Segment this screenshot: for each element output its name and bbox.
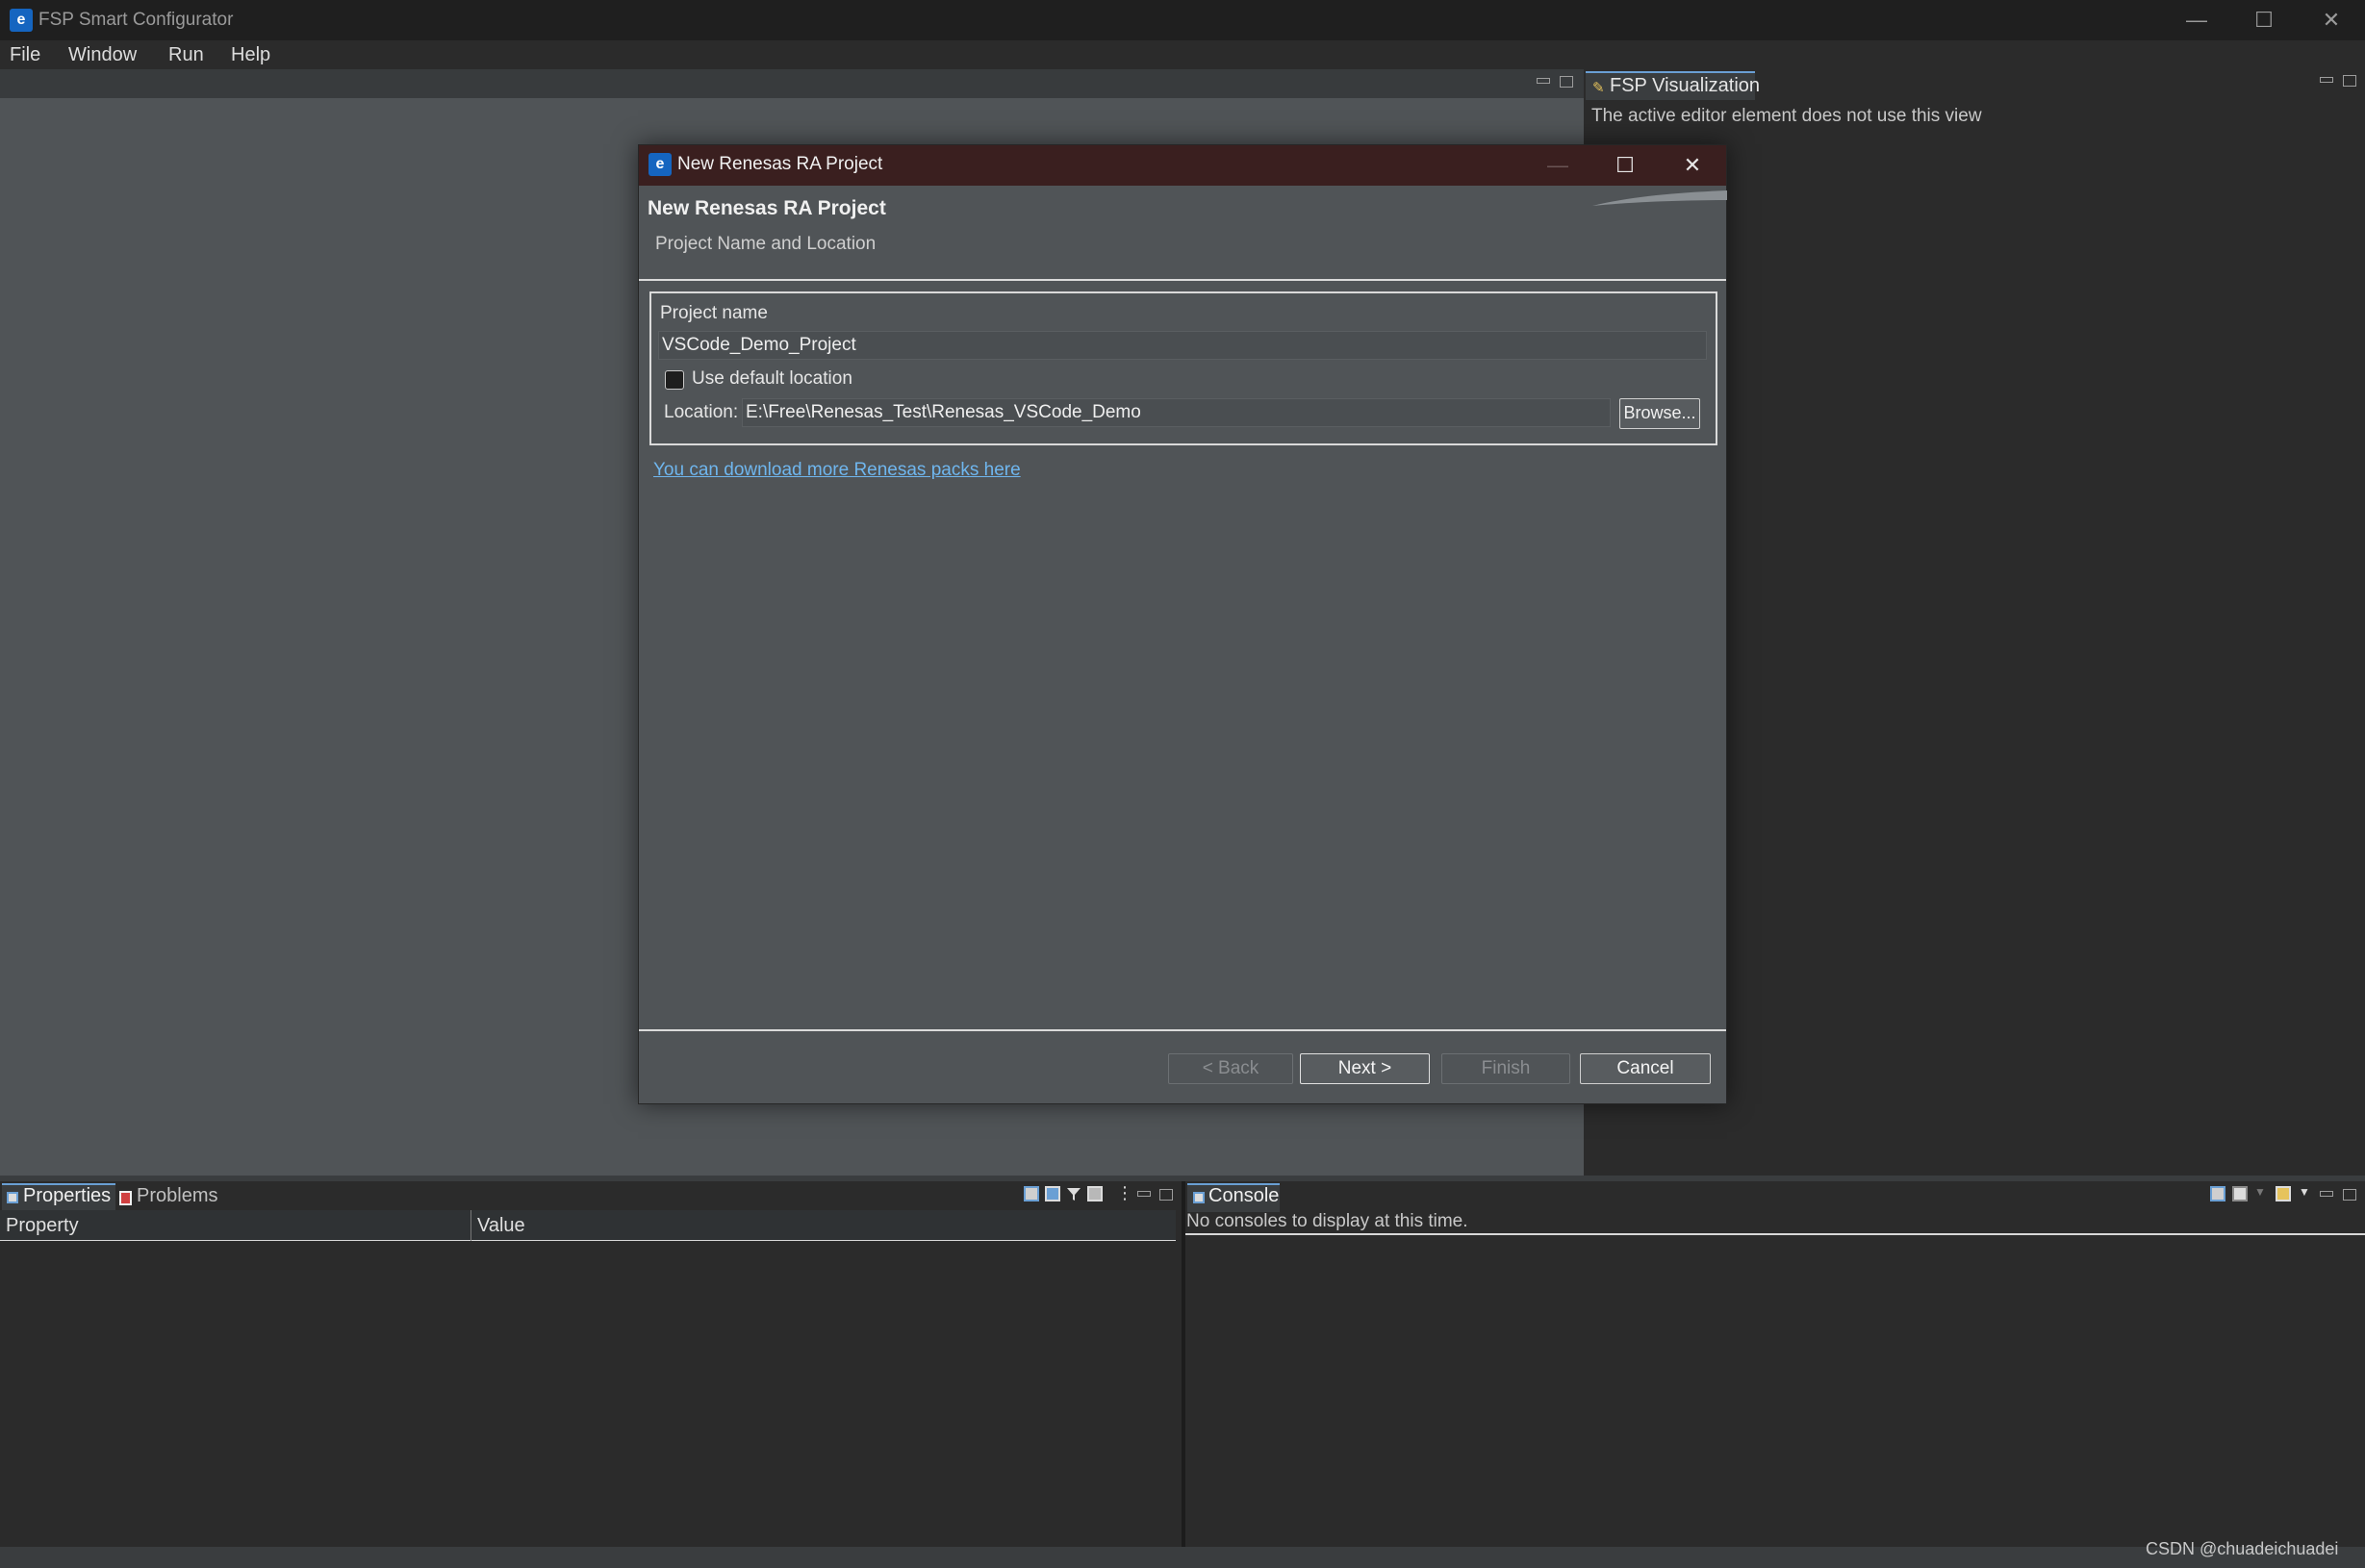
- cancel-button[interactable]: Cancel: [1580, 1053, 1711, 1084]
- console-pin-icon[interactable]: [2210, 1186, 2225, 1201]
- menu-run[interactable]: Run: [168, 40, 204, 69]
- display-console-dropdown-icon: ▼: [2254, 1185, 2266, 1199]
- open-console-icon[interactable]: [2276, 1186, 2291, 1201]
- window-title: FSP Smart Configurator: [38, 10, 234, 30]
- dialog-close-icon[interactable]: ✕: [1659, 145, 1726, 186]
- tab-fsp-visualization-label: FSP Visualization: [1610, 75, 1761, 96]
- new-project-dialog: [638, 144, 1727, 1104]
- console-minimize-icon[interactable]: [2320, 1191, 2333, 1197]
- console-empty-message: No consoles to display at this time.: [1186, 1211, 1468, 1231]
- location-label: Location:: [664, 402, 739, 422]
- download-packs-link[interactable]: You can download more Renesas packs here: [653, 460, 1021, 481]
- column-header-value[interactable]: Value: [477, 1215, 525, 1237]
- menu-window[interactable]: Window: [68, 40, 137, 69]
- properties-maximize-icon[interactable]: [1159, 1189, 1173, 1201]
- dialog-maximize-icon[interactable]: ☐: [1591, 145, 1659, 186]
- console-icon: [1193, 1192, 1205, 1203]
- pin-view-icon[interactable]: [1024, 1186, 1039, 1201]
- properties-icon: [7, 1192, 18, 1203]
- dialog-app-icon: e: [648, 153, 672, 176]
- browse-button[interactable]: Browse...: [1619, 398, 1700, 429]
- visualization-wand-icon: ✎: [1592, 80, 1605, 96]
- display-console-icon[interactable]: [2232, 1186, 2248, 1201]
- viz-maximize-icon[interactable]: [2343, 75, 2356, 87]
- tab-console-label: Console: [1208, 1185, 1280, 1206]
- wizard-banner-graphic: [1592, 190, 1727, 206]
- view-menu-icon[interactable]: ⋮: [1116, 1183, 1133, 1203]
- problems-icon: [119, 1191, 132, 1205]
- column-header-property[interactable]: Property: [6, 1215, 79, 1237]
- finish-button[interactable]: Finish: [1441, 1053, 1570, 1084]
- project-name-input[interactable]: [658, 331, 1707, 360]
- window-title-bar: [0, 0, 2365, 40]
- back-button[interactable]: < Back: [1168, 1053, 1293, 1084]
- footer-separator: [639, 1029, 1726, 1031]
- console-panel: [1185, 1181, 2365, 1547]
- menu-file[interactable]: File: [10, 40, 40, 69]
- minimize-icon[interactable]: —: [2163, 0, 2230, 40]
- console-maximize-icon[interactable]: [2343, 1189, 2356, 1201]
- banner-separator: [639, 279, 1726, 281]
- next-button[interactable]: Next >: [1300, 1053, 1430, 1084]
- dialog-minimize-icon: —: [1547, 153, 1568, 177]
- console-separator: [1185, 1233, 2365, 1235]
- column-divider[interactable]: [470, 1210, 471, 1241]
- properties-table-header: [0, 1210, 1176, 1241]
- use-default-location-checkbox[interactable]: [665, 370, 684, 390]
- app-logo-icon: e: [10, 9, 33, 32]
- use-default-location-label: Use default location: [692, 368, 852, 389]
- wizard-page-title: New Renesas RA Project: [648, 197, 886, 219]
- filter-icon[interactable]: [1066, 1186, 1081, 1201]
- project-name-label: Project name: [660, 303, 768, 323]
- show-categories-icon[interactable]: [1045, 1186, 1060, 1201]
- status-bar: [0, 1547, 2365, 1568]
- dialog-title: New Renesas RA Project: [677, 154, 883, 174]
- editor-tab-strip: [0, 69, 1584, 98]
- wizard-page-description: Project Name and Location: [655, 234, 877, 254]
- maximize-icon[interactable]: ☐: [2230, 0, 2298, 40]
- restore-default-icon[interactable]: [1087, 1186, 1103, 1201]
- tab-properties-label: Properties: [23, 1185, 112, 1206]
- editor-maximize-icon[interactable]: [1560, 76, 1573, 88]
- location-input[interactable]: [742, 398, 1611, 427]
- viz-empty-message: The active editor element does not use t…: [1591, 106, 1982, 126]
- editor-minimize-icon[interactable]: [1537, 78, 1550, 84]
- menu-bar: File Window Run Help: [0, 40, 2365, 69]
- close-icon[interactable]: ✕: [2298, 0, 2365, 40]
- viz-minimize-icon[interactable]: [2320, 77, 2333, 83]
- watermark-text: CSDN @chuadeichuadei: [2146, 1539, 2339, 1558]
- menu-help[interactable]: Help: [231, 40, 270, 69]
- properties-minimize-icon[interactable]: [1137, 1191, 1151, 1197]
- open-console-dropdown-icon[interactable]: ▼: [2299, 1185, 2310, 1199]
- tab-problems[interactable]: Problems: [137, 1185, 217, 1207]
